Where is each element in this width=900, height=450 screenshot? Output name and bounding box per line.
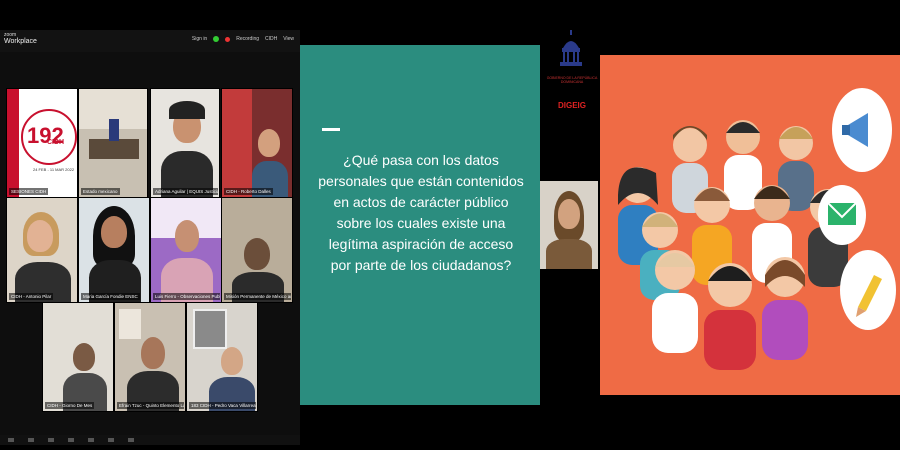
participant-name: CIDH - Giorno De Mes <box>45 402 95 409</box>
video-tile[interactable]: CIDH - Roberto Dalles <box>221 88 293 198</box>
speaker-video[interactable] <box>540 181 598 269</box>
record-icon <box>225 36 231 42</box>
signin-link[interactable]: Sign in <box>192 36 207 42</box>
status-icon <box>213 36 220 42</box>
video-tile[interactable]: Estado mexicano <box>78 88 148 198</box>
zoom-brand-line2: Workplace <box>4 38 37 45</box>
poster-dates: 24 FEB - 11 MAR 2022 <box>33 167 75 172</box>
record-icon[interactable] <box>108 438 114 442</box>
participant-name: CIDH - Antonio Pilar <box>9 293 54 300</box>
view-button[interactable]: View <box>283 36 294 42</box>
participant-name: CIDH - Roberto Dalles <box>224 188 273 195</box>
video-tile[interactable]: 183 CIDH - Pedro Vaca Villarreal <box>186 302 258 412</box>
video-icon[interactable] <box>28 438 34 442</box>
video-tile[interactable]: 192 CIDH 24 FEB - 11 MAR 2022 SESIONES C… <box>6 88 78 198</box>
cidh-label: CIDH <box>265 36 278 42</box>
video-tile[interactable]: Luis Fierro - Observaciones Publicas ENS… <box>150 197 222 303</box>
reactions-icon[interactable] <box>128 438 134 442</box>
chat-icon[interactable] <box>68 438 74 442</box>
recording-label[interactable]: Recording <box>236 36 259 42</box>
participant-name: Adriana Aguilar | EQUIS Justicia ENSC <box>153 188 218 195</box>
participants-icon[interactable] <box>48 438 54 442</box>
envelope-icon <box>818 185 866 245</box>
poster-org: CIDH <box>47 139 65 146</box>
slide-accent-line <box>322 128 340 131</box>
participant-name: SESIONES CIDH <box>9 188 49 195</box>
participant-name: Misión Permanente de México ante la OEA/… <box>224 293 291 300</box>
pencil-icon <box>840 250 896 330</box>
zoom-toolbar <box>0 435 300 445</box>
zoom-window: zoom Workplace Sign in Recording CIDH Vi… <box>0 30 300 445</box>
people-group-graphic <box>618 88 896 370</box>
zoom-top-controls: Sign in Recording CIDH View <box>192 36 294 42</box>
video-tile[interactable]: Efrain Tzuc - Quinto Elemento Lab ENSC <box>114 302 186 412</box>
video-tile[interactable]: CIDH - Antonio Pilar <box>6 197 78 303</box>
video-tile[interactable]: CIDH - Giorno De Mes <box>42 302 114 412</box>
video-tile[interactable]: Adriana Aguilar | EQUIS Justicia ENSC <box>150 88 220 198</box>
megaphone-icon <box>832 88 892 172</box>
poster-bar <box>7 89 19 197</box>
share-icon[interactable] <box>88 438 94 442</box>
slide-question: ¿Qué pasa con los datos personales que e… <box>318 152 524 273</box>
video-tile[interactable]: Maria García Fondie ENSC <box>78 197 150 303</box>
participant-name: Luis Fierro - Observaciones Publicas ENS… <box>153 293 220 300</box>
video-tile[interactable]: Misión Permanente de México ante la OEA/… <box>221 197 293 303</box>
zoom-brand: zoom Workplace <box>4 33 37 46</box>
zoom-top-bar: zoom Workplace Sign in Recording CIDH Vi… <box>0 30 300 52</box>
participant-name: Maria García Fondie ENSC <box>81 293 140 300</box>
logo-acronym: DIGEIG <box>557 101 586 110</box>
question-slide: ¿Qué pasa con los datos personales que e… <box>300 45 540 405</box>
dome-icon <box>560 30 582 66</box>
participant-name: 183 CIDH - Pedro Vaca Villarreal <box>189 402 256 409</box>
participant-name: Estado mexicano <box>81 188 120 195</box>
participant-name: Efrain Tzuc - Quinto Elemento Lab ENSC <box>117 402 184 409</box>
mute-icon[interactable] <box>8 438 14 442</box>
logo-government-text: GOBIERNO DE LA REPÚBLICA DOMINICANA <box>546 76 598 84</box>
digeig-logo: GOBIERNO DE LA REPÚBLICA DOMINICANA DIGE… <box>546 24 598 124</box>
people-illustration <box>600 55 900 395</box>
